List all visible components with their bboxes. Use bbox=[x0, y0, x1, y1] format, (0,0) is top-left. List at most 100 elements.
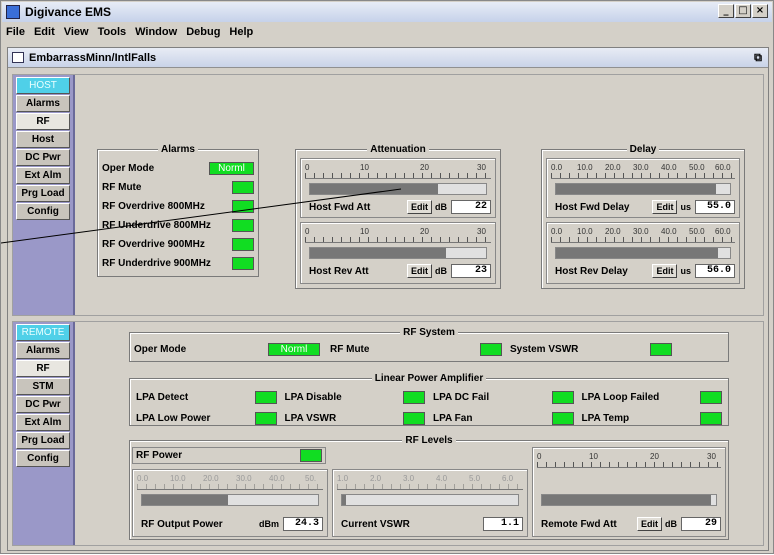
host-fwd-att-control: 0 10 20 30 Host Fwd Att Edit dB 22 bbox=[300, 158, 496, 218]
menu-window[interactable]: Window bbox=[135, 26, 177, 38]
alarm-label: RF Overdrive 800MHz bbox=[102, 201, 205, 212]
attenuation-title: Attenuation bbox=[367, 144, 429, 155]
rf-system-group: RF System Oper Mode Norml RF Mute System… bbox=[129, 327, 729, 362]
remote-tab-alarms[interactable]: Alarms bbox=[16, 342, 70, 359]
host-fwd-att-value[interactable]: 22 bbox=[451, 200, 491, 214]
lpa-label: LPA Low Power bbox=[136, 413, 211, 424]
level-bar[interactable] bbox=[309, 247, 487, 259]
host-rev-delay-value[interactable]: 56.0 bbox=[695, 264, 735, 278]
scale-label: 20.0 bbox=[203, 474, 219, 483]
host-tab-config[interactable]: Config bbox=[16, 203, 70, 220]
host-rev-att-value[interactable]: 23 bbox=[451, 264, 491, 278]
host-rev-att-control: 0 10 20 30 Host Rev Att Edit dB 23 bbox=[300, 222, 496, 284]
host-tab-ext-alm[interactable]: Ext Alm bbox=[16, 167, 70, 184]
close-button[interactable]: × bbox=[752, 4, 768, 18]
host-fwd-att-edit-button[interactable]: Edit bbox=[407, 200, 432, 214]
host-pane: HOST Alarms RF Host DC Pwr Ext Alm Prg L… bbox=[12, 74, 764, 316]
scale-label: 50.0 bbox=[689, 163, 705, 172]
scale-label: 0.0 bbox=[551, 227, 563, 236]
scale-label: 30.0 bbox=[633, 163, 649, 172]
lpa-label: LPA Temp bbox=[581, 413, 630, 424]
vswr-scale: 1.0 2.0 3.0 4.0 5.0 6.0 bbox=[337, 474, 523, 490]
lpa-label: LPA DC Fail bbox=[433, 392, 490, 403]
host-fwd-delay-value[interactable]: 55.0 bbox=[695, 200, 735, 214]
lpa-label: LPA Loop Failed bbox=[581, 392, 660, 403]
scale-label: 20.0 bbox=[605, 163, 621, 172]
title-bar: Digivance EMS _ □ × bbox=[2, 2, 772, 22]
minimize-button[interactable]: _ bbox=[718, 4, 734, 18]
host-tab-alarms[interactable]: Alarms bbox=[16, 95, 70, 112]
level-bar[interactable] bbox=[309, 183, 487, 195]
rf-power-indicator bbox=[300, 449, 322, 462]
current-vswr-control: 1.0 2.0 3.0 4.0 5.0 6.0 Current VSWR 1.1 bbox=[332, 469, 528, 537]
menu-file[interactable]: File bbox=[6, 26, 25, 38]
lpa-indicator bbox=[254, 391, 277, 404]
rf-output-power-control: 0.0 10.0 20.0 30.0 40.0 50. RF Output Po… bbox=[132, 469, 328, 537]
level-bar[interactable] bbox=[555, 247, 731, 259]
remote-tab-rf[interactable]: RF bbox=[16, 360, 70, 377]
att-scale: 0 10 20 30 bbox=[305, 163, 491, 179]
host-tab-prg-load[interactable]: Prg Load bbox=[16, 185, 70, 202]
lpa-item: LPA Loop Failed bbox=[581, 389, 722, 406]
scale-label: 3.0 bbox=[403, 474, 415, 483]
oper-mode-label: Oper Mode bbox=[134, 344, 187, 355]
remote-pane: REMOTE Alarms RF STM DC Pwr Ext Alm Prg … bbox=[12, 321, 764, 546]
host-tab-rf[interactable]: RF bbox=[16, 113, 70, 130]
unit-label: dB bbox=[665, 519, 677, 529]
alarm-row: RF Underdrive 800MHz bbox=[102, 217, 254, 234]
internal-frame-title: EmbarrassMinn/IntlFalls bbox=[29, 51, 157, 64]
level-fill bbox=[556, 184, 717, 194]
level-bar[interactable] bbox=[541, 494, 717, 506]
remote-tab-header: REMOTE bbox=[16, 324, 70, 341]
remote-tab-config[interactable]: Config bbox=[16, 450, 70, 467]
level-bar[interactable] bbox=[555, 183, 731, 195]
scale-label: 40.0 bbox=[661, 163, 677, 172]
host-rev-delay-edit-button[interactable]: Edit bbox=[652, 264, 678, 278]
remote-tab-stm[interactable]: STM bbox=[16, 378, 70, 395]
lpa-indicator bbox=[551, 412, 574, 425]
maximize-button[interactable]: □ bbox=[735, 4, 751, 18]
output-scale: 0.0 10.0 20.0 30.0 40.0 50. bbox=[137, 474, 323, 490]
alarm-indicator bbox=[232, 200, 254, 213]
host-fwd-delay-edit-button[interactable]: Edit bbox=[652, 200, 678, 214]
lpa-title: Linear Power Amplifier bbox=[371, 373, 487, 384]
alarm-indicator bbox=[232, 257, 254, 270]
alarm-row: RF Mute bbox=[102, 179, 254, 196]
level-fill bbox=[542, 495, 711, 505]
scale-label: 0 bbox=[305, 163, 310, 172]
lpa-item: LPA Detect bbox=[136, 389, 277, 406]
menu-tools[interactable]: Tools bbox=[98, 26, 127, 38]
scale-label: 40.0 bbox=[661, 227, 677, 236]
lpa-group: Linear Power Amplifier LPA Detect LPA Di… bbox=[129, 373, 729, 426]
remote-tab-ext-alm[interactable]: Ext Alm bbox=[16, 414, 70, 431]
menu-view[interactable]: View bbox=[64, 26, 89, 38]
current-vswr-value: 1.1 bbox=[483, 517, 523, 531]
scale-label: 30 bbox=[477, 227, 486, 236]
app-window: Digivance EMS _ □ × File Edit View Tools… bbox=[0, 0, 774, 554]
remote-fwd-att-edit-button[interactable]: Edit bbox=[637, 517, 662, 531]
restore-icon[interactable]: ⧉ bbox=[754, 51, 762, 65]
menu-help[interactable]: Help bbox=[229, 26, 253, 38]
delay-scale: 0.0 10.0 20.0 30.0 40.0 50.0 60.0 bbox=[551, 163, 735, 179]
remote-fwd-att-value[interactable]: 29 bbox=[681, 517, 721, 531]
host-tab-dc-pwr[interactable]: DC Pwr bbox=[16, 149, 70, 166]
remote-fwd-att-control: 0 10 20 30 Remote Fwd Att Edit dB 29 bbox=[532, 447, 726, 537]
scale-label: 0.0 bbox=[137, 474, 149, 483]
scale-label: 60.0 bbox=[715, 227, 731, 236]
window-title: Digivance EMS bbox=[25, 5, 112, 19]
scale-label: 20 bbox=[420, 227, 429, 236]
rf-levels-group: RF Levels RF Power 0.0 10.0 20.0 30.0 40… bbox=[129, 435, 729, 540]
host-tab-host[interactable]: Host bbox=[16, 131, 70, 148]
alarm-label: Oper Mode bbox=[102, 163, 155, 174]
menu-debug[interactable]: Debug bbox=[186, 26, 220, 38]
scale-label: 20 bbox=[420, 163, 429, 172]
remote-tab-bar: REMOTE Alarms RF STM DC Pwr Ext Alm Prg … bbox=[13, 322, 75, 545]
remote-tab-prg-load[interactable]: Prg Load bbox=[16, 432, 70, 449]
host-rev-att-edit-button[interactable]: Edit bbox=[407, 264, 432, 278]
host-rev-att-label: Host Rev Att bbox=[309, 265, 369, 277]
attenuation-group: Attenuation 0 10 20 30 Host Fwd Att Edit… bbox=[295, 144, 501, 289]
remote-tab-dc-pwr[interactable]: DC Pwr bbox=[16, 396, 70, 413]
menu-edit[interactable]: Edit bbox=[34, 26, 55, 38]
att-scale: 0 10 20 30 bbox=[305, 227, 491, 243]
scale-label: 10 bbox=[360, 163, 369, 172]
